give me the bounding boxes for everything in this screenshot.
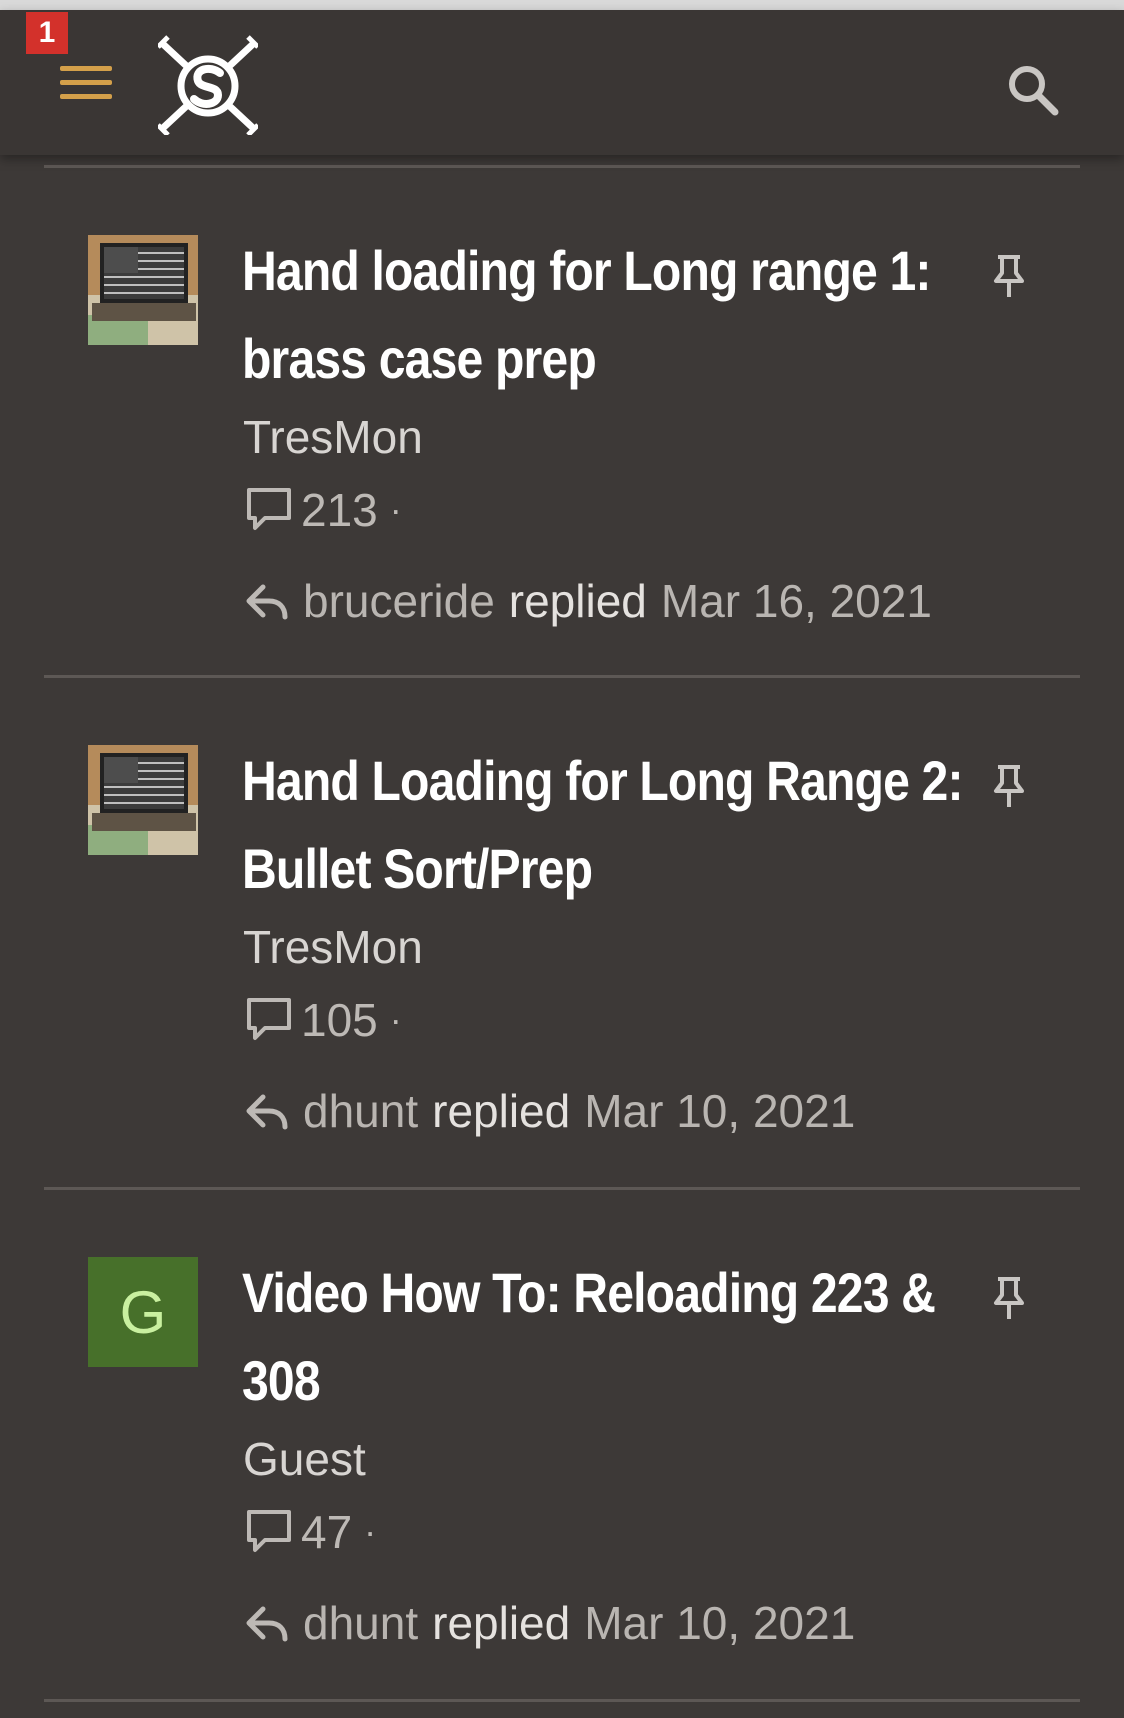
- reply-arrow-icon: [246, 584, 288, 620]
- last-reply-date[interactable]: Mar 10, 2021: [584, 1596, 855, 1650]
- thread-author[interactable]: Guest: [243, 1432, 366, 1486]
- reply-arrow-icon: [246, 1606, 288, 1642]
- comment-icon: [247, 488, 291, 530]
- separator-dot: ·: [389, 999, 402, 1040]
- usmc-flag-avatar: [88, 235, 198, 345]
- separator-dot: ·: [389, 489, 402, 530]
- user-avatar[interactable]: [88, 235, 198, 345]
- usmc-flag-avatar: [88, 745, 198, 855]
- replied-label: replied: [508, 575, 647, 627]
- reply-count-value: 47: [301, 1506, 353, 1558]
- pin-icon: [994, 255, 1024, 297]
- thread-item[interactable]: Hand Loading for Long Range 2: Bullet So…: [0, 675, 1124, 1185]
- reply-count: 213 ·: [245, 483, 402, 537]
- reply-count: 105 ·: [245, 993, 402, 1047]
- reply-count-value: 105: [301, 994, 378, 1046]
- last-reply: dhunt replied Mar 10, 2021: [245, 1595, 855, 1651]
- last-reply: bruceride replied Mar 16, 2021: [245, 573, 932, 629]
- top-strip: [0, 0, 1124, 10]
- thread-item[interactable]: Hand loading for Long range 1: brass cas…: [0, 165, 1124, 675]
- comment-icon: [247, 1510, 291, 1552]
- last-reply: dhunt replied Mar 10, 2021: [245, 1083, 855, 1139]
- last-poster[interactable]: dhunt: [303, 1596, 418, 1650]
- divider: [44, 1699, 1080, 1702]
- replied-label: replied: [432, 1085, 571, 1137]
- replied-label: replied: [432, 1597, 571, 1649]
- last-reply-date[interactable]: Mar 10, 2021: [584, 1084, 855, 1138]
- reply-count-value: 213: [301, 484, 378, 536]
- thread-title[interactable]: Hand loading for Long range 1: brass cas…: [242, 227, 982, 403]
- thread-title[interactable]: Video How To: Reloading 223 & 308: [242, 1249, 982, 1425]
- comment-icon: [247, 998, 291, 1040]
- thread-author[interactable]: TresMon: [243, 920, 423, 974]
- site-header: 1: [0, 10, 1124, 155]
- reply-count: 47 ·: [245, 1505, 376, 1559]
- pin-icon: [994, 1277, 1024, 1319]
- last-poster[interactable]: bruceride: [303, 574, 495, 628]
- separator-dot: ·: [364, 1511, 377, 1552]
- thread-author[interactable]: TresMon: [243, 410, 423, 464]
- pin-icon: [994, 765, 1024, 807]
- hamburger-menu-icon[interactable]: [60, 66, 112, 106]
- user-avatar[interactable]: [88, 745, 198, 855]
- reply-arrow-icon: [246, 1094, 288, 1130]
- search-icon[interactable]: [1005, 62, 1061, 118]
- notification-badge[interactable]: 1: [26, 12, 68, 54]
- thread-title[interactable]: Hand Loading for Long Range 2: Bullet So…: [242, 737, 982, 913]
- last-poster[interactable]: dhunt: [303, 1084, 418, 1138]
- last-reply-date[interactable]: Mar 16, 2021: [661, 574, 932, 628]
- thread-item[interactable]: G Video How To: Reloading 223 & 308 Gues…: [0, 1187, 1124, 1697]
- user-avatar[interactable]: G: [88, 1257, 198, 1367]
- site-logo-icon[interactable]: [158, 35, 258, 135]
